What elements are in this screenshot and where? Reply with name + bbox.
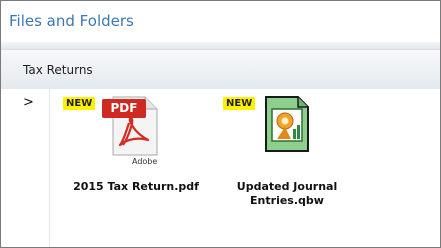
adobe-brand-text: Adobe — [132, 157, 158, 166]
file-item-2015-tax-return[interactable]: NEW PDF Adobe 2015 Tax Return.pdf — [61, 89, 211, 239]
pdf-label: PDF — [110, 101, 138, 115]
file-list: > NEW PDF Adobe 2015 Tax Return.pdf NEW — [1, 89, 440, 247]
new-badge: NEW — [63, 97, 96, 110]
pdf-label-tag: PDF — [102, 99, 146, 118]
file-name[interactable]: Updated Journal Entries.qbw — [217, 180, 357, 208]
file-item-updated-journal-entries[interactable]: NEW Updated Journal Entries.qbw — [217, 89, 357, 239]
header-divider — [1, 42, 440, 49]
new-badge: NEW — [223, 97, 256, 110]
folder-name: Tax Returns — [23, 63, 93, 77]
files-and-folders-panel: Files and Folders Tax Returns > NEW PDF … — [0, 0, 441, 248]
folder-header[interactable]: Tax Returns — [1, 49, 440, 90]
tree-column: > — [1, 89, 50, 247]
expand-arrow-icon[interactable]: > — [23, 95, 34, 110]
panel-title: Files and Folders — [9, 12, 134, 30]
file-name[interactable]: 2015 Tax Return.pdf — [61, 180, 211, 194]
quickbooks-file-icon — [265, 96, 309, 152]
panel-header: Files and Folders — [1, 1, 440, 42]
